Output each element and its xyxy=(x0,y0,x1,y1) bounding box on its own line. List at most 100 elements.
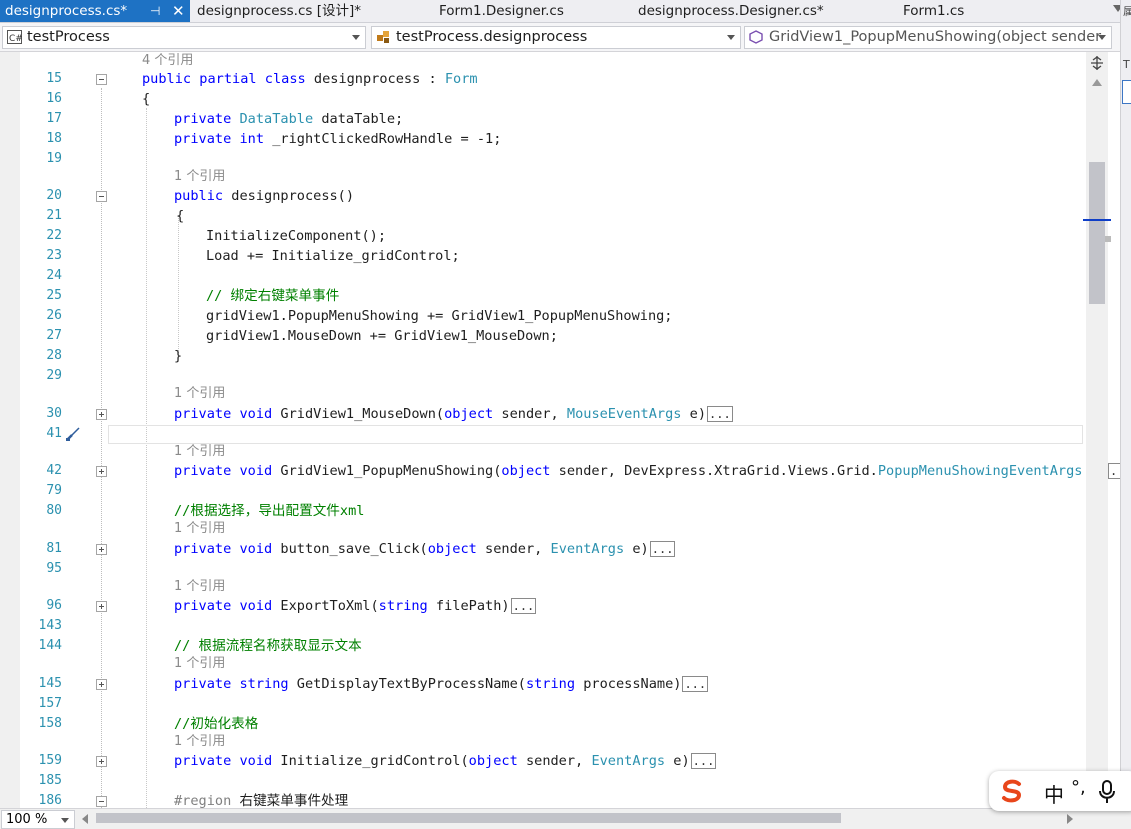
line-number: 28 xyxy=(46,348,62,363)
chevron-down-icon xyxy=(352,35,360,40)
close-icon[interactable]: ✕ xyxy=(172,0,185,22)
expand-toggle[interactable] xyxy=(96,679,107,690)
tab-label: Form1.Designer.cs xyxy=(439,3,564,19)
indicator-margin xyxy=(0,52,20,808)
collapsed-region-marker[interactable]: ... xyxy=(682,676,709,692)
code-line: private void ExportToXml(string filePath… xyxy=(174,598,537,614)
method-icon xyxy=(749,30,763,44)
expand-toggle[interactable] xyxy=(96,544,107,555)
collapsed-region-marker[interactable]: ... xyxy=(690,753,717,769)
properties-side-panel[interactable]: 属 T xyxy=(1120,0,1131,828)
tab-designprocess-designer-cs[interactable]: designprocess.Designer.cs* xyxy=(633,0,863,22)
line-number: 23 xyxy=(46,248,62,263)
sogou-logo-icon xyxy=(1002,779,1022,803)
expand-toggle[interactable] xyxy=(96,409,107,420)
expand-toggle[interactable] xyxy=(96,466,107,477)
collapsed-region-marker[interactable]: ... xyxy=(707,406,733,422)
line-number: 15 xyxy=(46,71,62,86)
pin-icon[interactable]: ⊣ xyxy=(150,0,160,22)
tab-form1-cs[interactable]: Form1.cs xyxy=(898,0,1018,22)
code-line: public designprocess() xyxy=(174,188,355,204)
navigation-bar: C# testProcess testProcess.designprocess… xyxy=(0,23,1131,52)
line-number: 42 xyxy=(46,463,62,478)
reference-count-lens[interactable]: 1 个引用 xyxy=(174,385,225,403)
code-line: Load += Initialize_gridControl; xyxy=(206,248,460,264)
indent-guide xyxy=(146,108,147,808)
collapse-toggle[interactable] xyxy=(96,191,107,202)
line-number: 26 xyxy=(46,308,62,323)
quick-action-brush-icon[interactable] xyxy=(64,425,82,443)
collapse-toggle[interactable] xyxy=(96,796,107,807)
reference-count-lens[interactable]: 1 个引用 xyxy=(174,443,225,461)
chevron-down-icon xyxy=(727,35,735,40)
split-window-icon[interactable] xyxy=(1090,56,1104,70)
code-line: private DataTable dataTable; xyxy=(174,111,404,127)
ime-punctuation-toggle[interactable]: °, xyxy=(1071,777,1086,798)
collapsed-region-marker[interactable]: ... xyxy=(510,598,537,614)
reference-count-lens[interactable]: 1 个引用 xyxy=(174,655,225,673)
tab-designprocess-cs[interactable]: designprocess.cs* ⊣ ✕ xyxy=(0,0,190,22)
line-number: 27 xyxy=(46,328,62,343)
ime-chinese-mode-toggle[interactable]: 中 xyxy=(1044,779,1064,808)
project-dropdown[interactable]: C# testProcess xyxy=(2,26,366,49)
tab-label: designprocess.cs* xyxy=(5,3,128,19)
reference-count-lens[interactable]: 1 个引用 xyxy=(174,168,225,186)
side-panel-toolbox-icon[interactable] xyxy=(1122,80,1131,104)
code-line: gridView1.PopupMenuShowing += GridView1_… xyxy=(206,308,673,324)
code-line: // 根据流程名称获取显示文本 xyxy=(174,638,362,654)
scroll-up-arrow-icon[interactable] xyxy=(1092,79,1102,86)
code-line: private void GridView1_MouseDown(object … xyxy=(174,406,733,422)
reference-count-lens[interactable]: 4 个引用 xyxy=(142,52,193,70)
editor-bottom-bar: 100 % xyxy=(0,808,1131,829)
code-editor[interactable]: 15 16 17 18 19 20 21 22 23 24 25 26 27 2… xyxy=(0,52,1131,809)
code-line: //初始化表格 xyxy=(174,716,259,732)
tab-label: designprocess.Designer.cs* xyxy=(638,3,824,19)
class-name: testProcess.designprocess xyxy=(396,29,588,45)
reference-count-lens[interactable]: 1 个引用 xyxy=(174,578,225,596)
member-dropdown[interactable]: GridView1_PopupMenuShowing(object sender xyxy=(744,26,1112,49)
line-number: 81 xyxy=(46,541,62,556)
microphone-icon[interactable] xyxy=(1099,780,1115,804)
vertical-scroll-thumb[interactable] xyxy=(1089,162,1105,304)
change-marker xyxy=(1105,236,1111,242)
tab-designprocess-designer-view[interactable]: designprocess.cs [设计]* xyxy=(192,0,392,22)
zoom-level: 100 % xyxy=(6,812,48,827)
line-number: 25 xyxy=(46,288,62,303)
collapsed-region-marker[interactable]: ... xyxy=(649,541,676,557)
class-icon xyxy=(377,31,389,43)
indent-guide xyxy=(178,215,179,353)
scroll-right-arrow-icon[interactable] xyxy=(1067,814,1073,824)
reference-count-lens[interactable]: 1 个引用 xyxy=(174,733,225,751)
line-number: 157 xyxy=(38,696,62,711)
code-line: private void button_save_Click(object se… xyxy=(174,541,676,557)
expand-toggle[interactable] xyxy=(96,756,107,767)
code-line: //根据选择，导出配置文件xml xyxy=(174,503,365,519)
svg-text:C#: C# xyxy=(9,34,22,44)
side-panel-label: T xyxy=(1123,58,1130,71)
horizontal-scroll-thumb[interactable] xyxy=(96,813,841,823)
reference-count-lens[interactable]: 1 个引用 xyxy=(174,520,225,538)
code-line: private void Initialize_gridControl(obje… xyxy=(174,753,717,769)
line-number: 29 xyxy=(46,368,62,383)
line-number: 144 xyxy=(38,638,62,653)
line-number: 24 xyxy=(46,268,62,283)
line-number: 21 xyxy=(46,208,62,223)
class-dropdown[interactable]: testProcess.designprocess xyxy=(371,26,741,49)
ime-toolbar[interactable]: 中 °, xyxy=(989,771,1131,811)
code-line: { xyxy=(176,208,185,224)
code-line: public partial class designprocess : For… xyxy=(142,71,478,87)
line-number: 145 xyxy=(38,676,62,691)
csharp-project-icon: C# xyxy=(7,30,22,44)
expand-toggle[interactable] xyxy=(96,601,107,612)
line-number: 80 xyxy=(46,503,62,518)
tab-form1-designer-cs[interactable]: Form1.Designer.cs xyxy=(434,0,604,22)
chevron-down-icon xyxy=(1098,35,1106,40)
code-line: } xyxy=(174,348,183,364)
side-panel-label: 属 xyxy=(1123,5,1131,18)
scroll-left-arrow-icon[interactable] xyxy=(82,814,88,824)
collapse-toggle[interactable] xyxy=(96,74,107,85)
code-line: { xyxy=(142,91,151,107)
line-number: 19 xyxy=(46,151,62,166)
line-number: 96 xyxy=(46,598,62,613)
zoom-dropdown[interactable]: 100 % xyxy=(1,810,75,829)
